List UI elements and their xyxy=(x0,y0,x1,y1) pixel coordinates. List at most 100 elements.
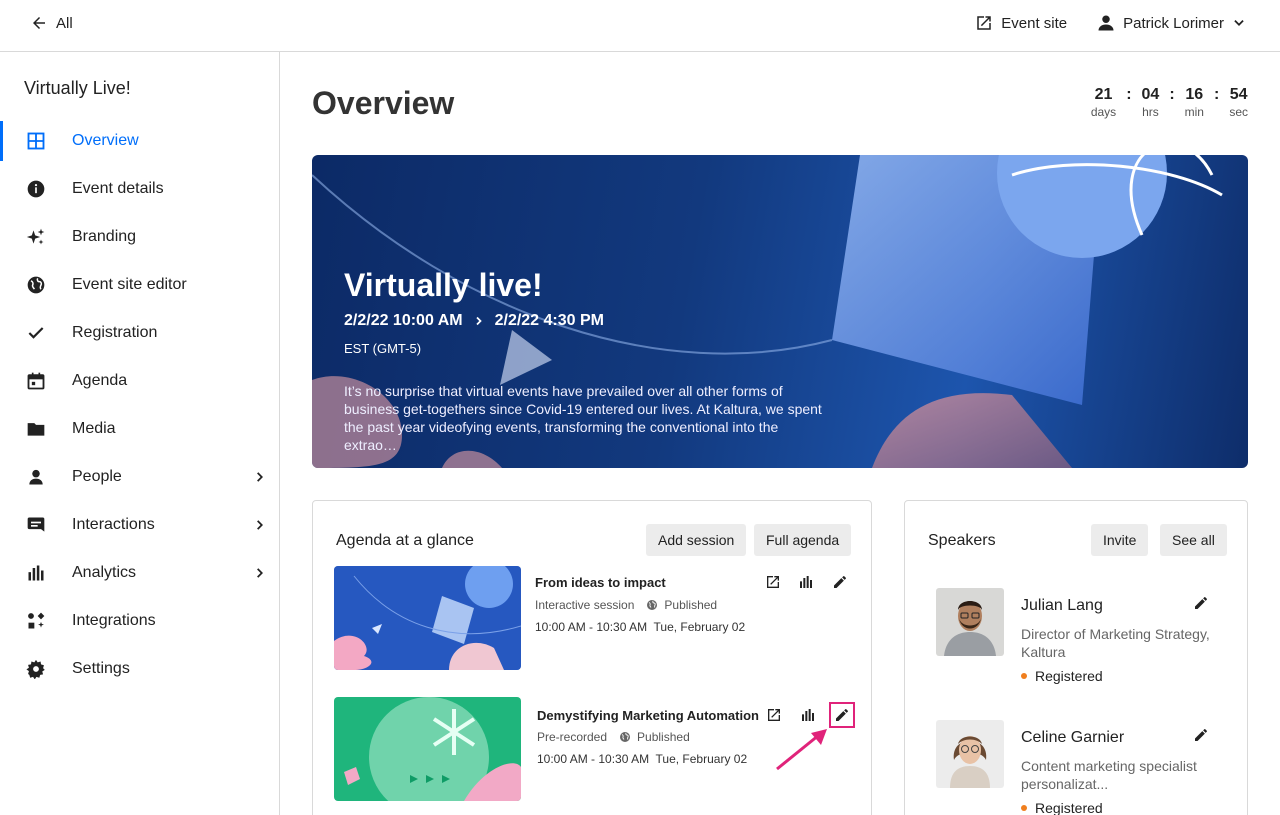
session-thumbnail[interactable] xyxy=(334,697,521,801)
sidebar-item-branding[interactable]: Branding xyxy=(0,213,279,261)
countdown-hours: 04 xyxy=(1141,86,1160,103)
edit-session-button[interactable] xyxy=(829,702,855,728)
sidebar-item-settings[interactable]: Settings xyxy=(0,645,279,693)
check-icon xyxy=(24,321,48,345)
invite-button[interactable]: Invite xyxy=(1091,524,1149,556)
sidebar-item-event-details[interactable]: Event details xyxy=(0,165,279,213)
sidebar-item-media[interactable]: Media xyxy=(0,405,279,453)
add-session-button[interactable]: Add session xyxy=(646,524,747,556)
event-site-link[interactable]: Event site xyxy=(975,14,1067,32)
sidebar-item-label: Media xyxy=(72,420,116,437)
sidebar-item-analytics[interactable]: Analytics xyxy=(0,549,279,597)
sidebar-item-label: Branding xyxy=(72,228,137,245)
speaker-avatar xyxy=(936,588,1004,656)
chevron-right-icon xyxy=(257,472,263,482)
user-menu[interactable]: Patrick Lorimer xyxy=(1097,14,1246,32)
user-name: Patrick Lorimer xyxy=(1123,14,1224,32)
session-title[interactable]: Demystifying Marketing Automation xyxy=(537,708,759,723)
external-link-icon xyxy=(767,576,779,588)
chevron-right-icon xyxy=(475,316,482,326)
session-date: Tue, February 02 xyxy=(653,620,746,634)
sidebar-item-overview[interactable]: Overview xyxy=(0,117,279,165)
bar-chart-icon xyxy=(800,576,812,588)
full-agenda-button[interactable]: Full agenda xyxy=(754,524,852,556)
sidebar-item-label: Agenda xyxy=(72,372,128,389)
sidebar-item-label: People xyxy=(72,468,122,485)
sidebar-item-registration[interactable]: Registration xyxy=(0,309,279,357)
session-type: Interactive session xyxy=(535,598,635,612)
session-status: Published xyxy=(637,730,690,744)
countdown-separator: : xyxy=(1126,86,1132,103)
pencil-icon xyxy=(1195,729,1207,741)
calendar-icon xyxy=(24,369,48,393)
session-type: Pre-recorded xyxy=(537,730,608,744)
countdown-days-label: days xyxy=(1090,105,1117,119)
open-session-button[interactable] xyxy=(763,572,783,592)
hero-start-date: 2/2/22 10:00 AM xyxy=(344,312,463,329)
pencil-icon xyxy=(836,709,848,721)
page-title: Overview xyxy=(312,85,455,121)
event-site-label: Event site xyxy=(1001,14,1068,32)
sidebar-item-interactions[interactable]: Interactions xyxy=(0,501,279,549)
session-thumbnail[interactable] xyxy=(334,566,521,670)
edit-speaker-button[interactable] xyxy=(1191,593,1211,613)
see-all-speakers-button[interactable]: See all xyxy=(1160,524,1227,556)
event-hero-banner: Virtually live! 2/2/22 10:00 AM 2/2/22 4… xyxy=(312,155,1248,468)
session-time-range: 10:00 AM - 10:30 AM xyxy=(537,752,650,766)
edit-session-button[interactable] xyxy=(830,572,850,592)
speaker-name: Celine Garnier xyxy=(1021,729,1125,746)
top-bar: All Event site Patrick Lorimer xyxy=(0,0,1280,52)
gear-icon xyxy=(24,657,48,681)
person-icon xyxy=(24,465,48,489)
sidebar-item-label: Analytics xyxy=(72,564,137,581)
pencil-icon xyxy=(1195,597,1207,609)
chevron-right-icon xyxy=(257,568,263,578)
countdown-separator: : xyxy=(1213,86,1220,103)
hero-description: It’s no surprise that virtual events hav… xyxy=(344,383,822,453)
countdown-minutes: 16 xyxy=(1185,86,1204,103)
session-analytics-button[interactable] xyxy=(796,572,816,592)
info-icon xyxy=(24,177,48,201)
globe-icon xyxy=(620,732,631,742)
sidebar-item-integrations[interactable]: Integrations xyxy=(0,597,279,645)
back-to-all-link[interactable]: All xyxy=(30,14,73,32)
session-time: 10:00 AM - 10:30 AM Tue, February 02 xyxy=(537,752,747,766)
agenda-card-title: Agenda at a glance xyxy=(336,532,474,549)
session-analytics-button[interactable] xyxy=(798,705,818,725)
speaker-status-label: Registered xyxy=(1035,668,1103,684)
chat-icon xyxy=(24,513,48,537)
countdown-seconds-label: sec xyxy=(1229,105,1248,119)
globe-icon xyxy=(24,273,48,297)
session-meta: Pre-recorded Published xyxy=(537,730,690,744)
sidebar-item-label: Event site editor xyxy=(72,276,187,293)
session-thumbnail-art xyxy=(334,697,521,801)
speaker-status: Registered xyxy=(1021,668,1103,684)
session-thumbnail-art xyxy=(334,566,521,670)
globe-icon xyxy=(647,600,658,610)
folder-icon xyxy=(24,417,48,441)
chevron-down-icon xyxy=(1234,20,1244,26)
session-title[interactable]: From ideas to impact xyxy=(535,575,666,590)
status-dot xyxy=(1021,805,1027,811)
session-status: Published xyxy=(664,598,718,612)
speaker-photo xyxy=(936,720,1004,788)
speaker-photo xyxy=(936,588,1004,656)
hero-event-dates: 2/2/22 10:00 AM 2/2/22 4:30 PM xyxy=(344,312,604,330)
pencil-icon xyxy=(834,576,846,588)
integrations-icon xyxy=(24,609,48,633)
user-icon xyxy=(1098,15,1114,31)
speaker-role: Content marketing specialist personaliza… xyxy=(1021,758,1197,792)
edit-speaker-button[interactable] xyxy=(1191,725,1211,745)
external-link-icon xyxy=(977,16,992,30)
session-time-range: 10:00 AM - 10:30 AM xyxy=(535,620,648,634)
open-session-button[interactable] xyxy=(764,705,784,725)
sidebar-item-event-site-editor[interactable]: Event site editor xyxy=(0,261,279,309)
countdown-separator: : xyxy=(1169,86,1175,103)
sidebar-nav: Overview Event details Branding Event si… xyxy=(0,117,279,693)
speaker-status-label: Registered xyxy=(1035,800,1103,815)
sidebar-item-label: Settings xyxy=(72,660,130,677)
sidebar-item-people[interactable]: People xyxy=(0,453,279,501)
speakers-card: Speakers Invite See all Julian Lang Dire… xyxy=(904,500,1248,815)
sidebar-item-agenda[interactable]: Agenda xyxy=(0,357,279,405)
grid-icon xyxy=(24,129,48,153)
